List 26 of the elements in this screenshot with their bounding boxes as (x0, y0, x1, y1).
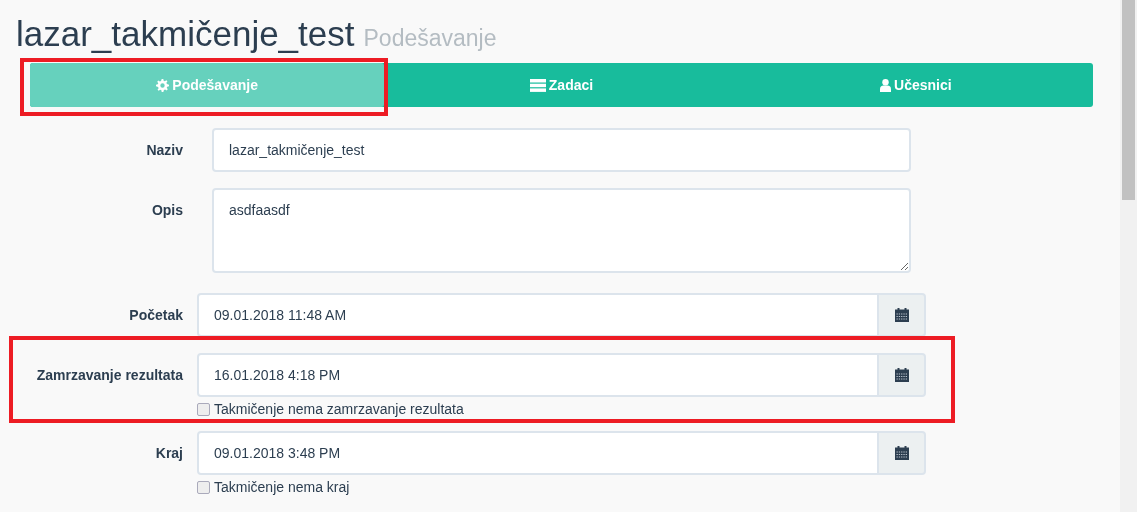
user-icon (880, 78, 891, 92)
calendar-icon (894, 446, 909, 460)
field-label: Zamrzavanje rezultata (35, 366, 183, 383)
checkbox-label: Takmičenje nema kraj (214, 479, 350, 495)
calendar-button[interactable] (879, 293, 926, 337)
name-field[interactable]: lazar_takmičenje_test (212, 128, 911, 172)
gear-icon (156, 78, 170, 92)
date-field[interactable]: 09.01.2018 11:48 AM (197, 293, 879, 337)
checkbox[interactable] (197, 480, 210, 494)
checkbox-label: Takmičenje nema zamrzavanje rezultata (214, 401, 464, 417)
calendar-icon (894, 368, 909, 382)
page-subtitle: Podešavanje (363, 25, 497, 52)
date-field[interactable]: 16.01.2018 4:18 PM (197, 353, 879, 397)
field-label: Kraj (154, 444, 183, 461)
scrollbar[interactable] (1120, 0, 1137, 512)
field-label: Naziv (145, 141, 183, 158)
calendar-button[interactable] (879, 353, 926, 397)
page-title: lazar_takmičenje_test (16, 14, 355, 54)
field-label: Početak (128, 306, 183, 323)
server-icon (529, 78, 546, 92)
checkbox[interactable] (197, 402, 210, 416)
description-field[interactable]: asdfaasdf (212, 188, 911, 273)
date-field[interactable]: 09.01.2018 3:48 PM (197, 431, 879, 475)
field-label: Opis (150, 201, 183, 218)
calendar-icon (894, 308, 909, 322)
calendar-button[interactable] (879, 431, 926, 475)
